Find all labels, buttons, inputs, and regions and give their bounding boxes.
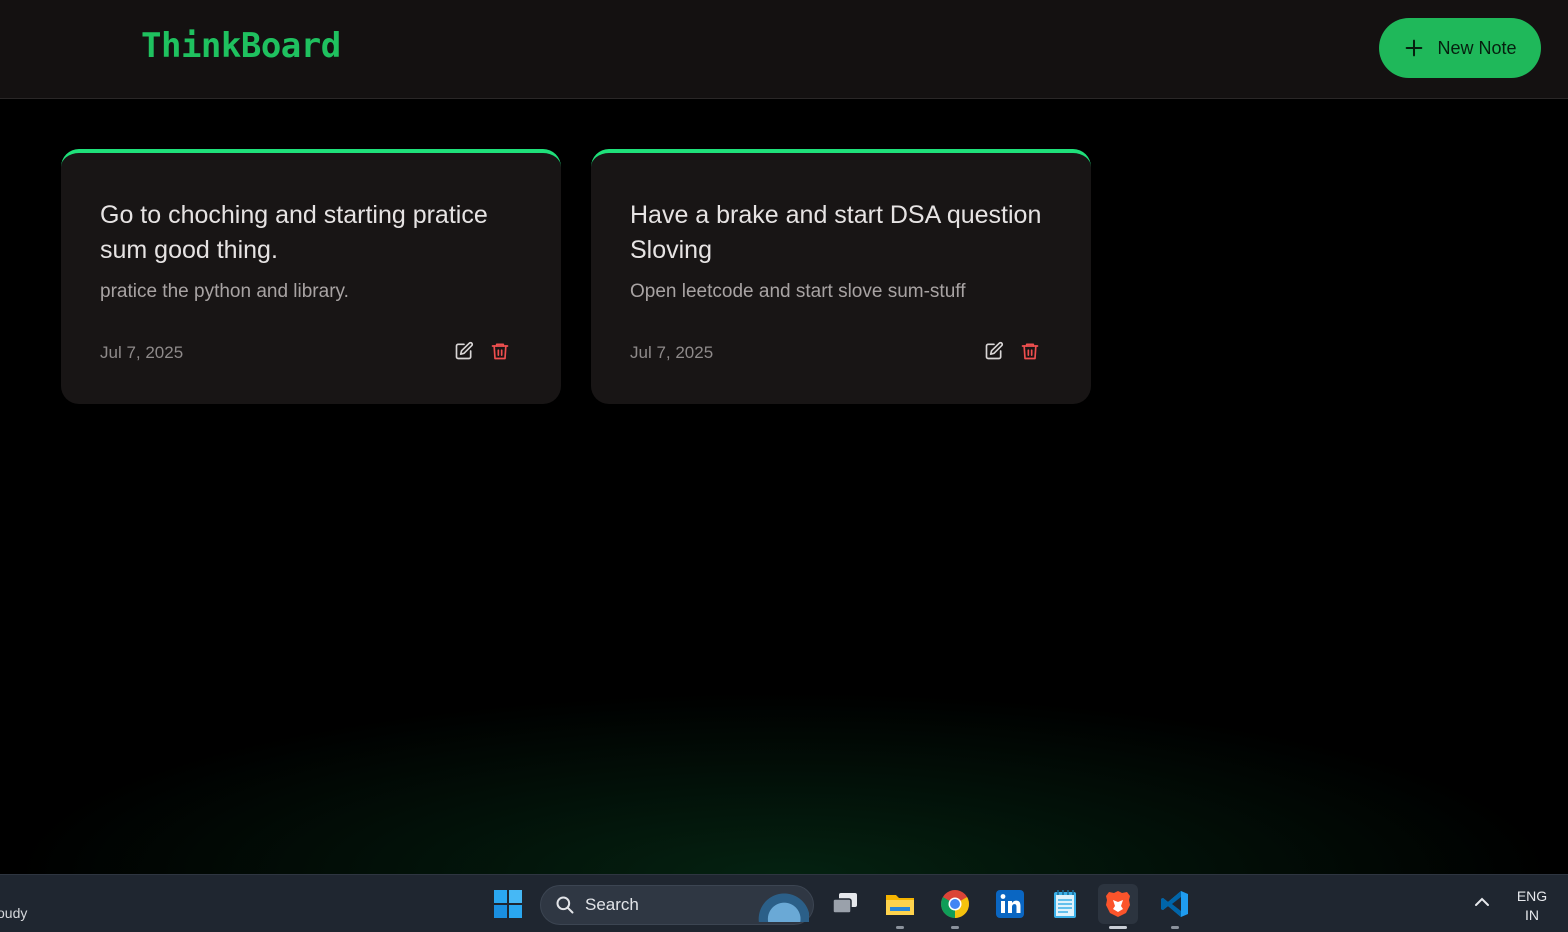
note-content: Open leetcode and start slove sum-stuff xyxy=(630,281,966,302)
note-title: Have a brake and start DSA question Slov… xyxy=(630,201,1042,264)
windows-start-icon[interactable] xyxy=(488,884,528,924)
running-indicator xyxy=(1109,926,1127,929)
chrome-icon[interactable] xyxy=(935,884,975,929)
plus-icon xyxy=(1406,39,1423,57)
language-indicator[interactable]: ENG IN xyxy=(1512,887,1552,925)
new-note-label: New Note xyxy=(1437,37,1517,58)
vscode-icon[interactable] xyxy=(1155,884,1195,929)
language-code: ENG xyxy=(1516,888,1548,904)
search-highlight-image xyxy=(747,892,809,922)
taskbar: oudy Search ENG IN xyxy=(0,874,1568,932)
running-indicator xyxy=(896,926,904,929)
brand-logo[interactable]: ThinkBoard xyxy=(141,26,341,66)
trash-icon[interactable] xyxy=(1018,339,1042,363)
note-content: pratice the python and library. xyxy=(100,281,349,302)
edit-icon[interactable] xyxy=(452,339,476,363)
note-card[interactable]: Have a brake and start DSA question Slov… xyxy=(591,149,1091,404)
file-explorer-icon[interactable] xyxy=(880,884,920,929)
new-note-button[interactable]: New Note xyxy=(1379,18,1541,78)
brave-icon[interactable] xyxy=(1098,884,1138,929)
search-icon xyxy=(556,896,574,914)
navbar: ThinkBoard New Note xyxy=(0,0,1568,99)
running-indicator xyxy=(1171,926,1179,929)
note-title: Go to choching and starting pratice sum … xyxy=(100,201,488,264)
running-indicator xyxy=(951,926,959,929)
app-window: ThinkBoard New Note Go to choching and s… xyxy=(0,0,1568,874)
region-code: IN xyxy=(1525,907,1539,923)
linkedin-icon[interactable] xyxy=(990,884,1030,924)
weather-widget[interactable]: oudy xyxy=(0,905,27,921)
note-card[interactable]: Go to choching and starting pratice sum … xyxy=(61,149,561,404)
chevron-up-icon[interactable] xyxy=(1474,893,1490,912)
search-label: Search xyxy=(585,895,639,914)
notepad-icon[interactable] xyxy=(1045,884,1085,924)
trash-icon[interactable] xyxy=(488,339,512,363)
edit-icon[interactable] xyxy=(982,339,1006,363)
task-view-icon[interactable] xyxy=(825,884,865,924)
note-date: Jul 7, 2025 xyxy=(630,343,714,362)
taskbar-search[interactable]: Search xyxy=(540,885,814,925)
note-date: Jul 7, 2025 xyxy=(100,343,184,362)
